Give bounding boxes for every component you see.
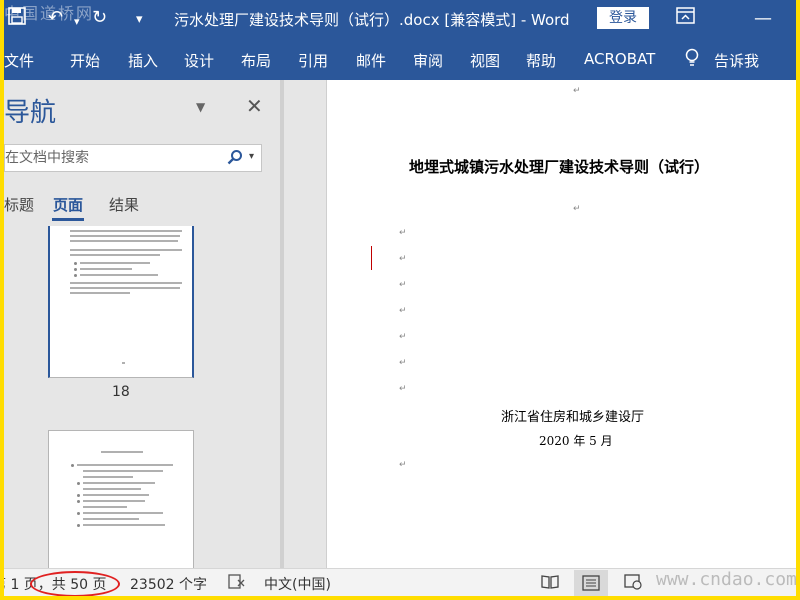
- paragraph-mark: ↵: [399, 306, 407, 316]
- tab-review[interactable]: 审阅: [413, 50, 443, 71]
- page-thumbnails: 18: [4, 226, 280, 568]
- print-layout-button[interactable]: [574, 570, 608, 596]
- document-date: 2020 年 5 月: [539, 434, 613, 448]
- read-mode-icon[interactable]: [541, 574, 559, 590]
- tell-me-box[interactable]: 告诉我: [714, 50, 759, 71]
- minimize-icon[interactable]: —: [754, 8, 772, 30]
- paragraph-mark: ↵: [399, 460, 407, 470]
- active-tab-indicator: [52, 218, 84, 221]
- search-icon[interactable]: [227, 149, 243, 165]
- paragraph-mark: ↵: [399, 384, 407, 394]
- thumbnail-page-number: 18: [112, 384, 130, 400]
- document-area: ↵ 地埋式城镇污水处理厂建设技术导则（试行） ↵ ↵ ↵ ↵ ↵ ↵ ↵ ↵ 浙…: [284, 80, 796, 568]
- print-layout-icon[interactable]: [582, 575, 600, 591]
- tab-layout[interactable]: 布局: [241, 50, 271, 71]
- search-dropdown-icon[interactable]: ▾: [249, 151, 254, 162]
- title-bar: ↶ ▾ ↻ ▾ 污水处理厂建设技术导则（试行）.docx [兼容模式] - Wo…: [4, 0, 796, 38]
- document-page[interactable]: ↵ 地埋式城镇污水处理厂建设技术导则（试行） ↵ ↵ ↵ ↵ ↵ ↵ ↵ ↵ 浙…: [326, 80, 796, 568]
- highlight-circle: [30, 571, 120, 597]
- close-icon[interactable]: ✕: [246, 94, 263, 118]
- paragraph-mark: ↵: [399, 358, 407, 368]
- word-window: ↶ ▾ ↻ ▾ 污水处理厂建设技术导则（试行）.docx [兼容模式] - Wo…: [4, 0, 796, 596]
- page-thumbnail[interactable]: [48, 226, 194, 378]
- nav-tab-results[interactable]: 结果: [109, 194, 139, 215]
- outer-border: [0, 596, 800, 600]
- tab-mailings[interactable]: 邮件: [356, 50, 386, 71]
- page-thumbnail[interactable]: [48, 430, 194, 568]
- language[interactable]: 中文(中国): [264, 574, 331, 594]
- nav-options-icon[interactable]: ▼: [196, 100, 205, 114]
- text-cursor: [371, 246, 372, 270]
- search-box[interactable]: ▾: [4, 144, 262, 172]
- tab-file[interactable]: 文件: [4, 50, 34, 71]
- word-count[interactable]: 23502 个字: [130, 574, 207, 594]
- tab-home[interactable]: 开始: [70, 50, 100, 71]
- tab-help[interactable]: 帮助: [526, 50, 556, 71]
- paragraph-mark: ↵: [573, 204, 581, 214]
- proofing-icon[interactable]: [228, 574, 246, 590]
- nav-tab-headings[interactable]: 标题: [4, 194, 34, 215]
- paragraph-mark: ↵: [399, 332, 407, 342]
- navigation-pane: 导航 ▼ ✕ ▾ 标题 页面 结果: [4, 80, 280, 568]
- paragraph-mark: ↵: [573, 86, 581, 96]
- lightbulb-icon[interactable]: [684, 48, 700, 72]
- document-organization: 浙江省住房和城乡建设厅: [501, 410, 645, 425]
- paragraph-mark: ↵: [399, 228, 407, 238]
- search-input[interactable]: [5, 145, 215, 171]
- redo-icon[interactable]: ↻: [92, 7, 107, 29]
- ribbon-tabs: 文件 开始 插入 设计 布局 引用 邮件 审阅 视图 帮助 ACROBAT 告诉…: [4, 38, 796, 80]
- paragraph-mark: ↵: [399, 280, 407, 290]
- tab-insert[interactable]: 插入: [128, 50, 158, 71]
- tab-design[interactable]: 设计: [184, 50, 214, 71]
- watermark-top: 中国道桥网: [4, 4, 95, 23]
- ribbon-display-icon[interactable]: [676, 7, 696, 25]
- tab-view[interactable]: 视图: [470, 50, 500, 71]
- watermark-bottom: www.cndao.com: [656, 569, 796, 590]
- paragraph-mark: ↵: [399, 254, 407, 264]
- document-title: 地埋式城镇污水处理厂建设技术导则（试行）: [409, 158, 710, 176]
- tab-acrobat[interactable]: ACROBAT: [584, 50, 655, 68]
- tab-references[interactable]: 引用: [298, 50, 328, 71]
- window-title: 污水处理厂建设技术导则（试行）.docx [兼容模式] - Word: [174, 11, 570, 29]
- login-button[interactable]: 登录: [597, 7, 649, 29]
- customize-icon[interactable]: ▾: [136, 9, 143, 31]
- nav-tab-pages[interactable]: 页面: [53, 194, 83, 215]
- nav-title: 导航: [4, 98, 57, 128]
- web-layout-icon[interactable]: [624, 574, 642, 590]
